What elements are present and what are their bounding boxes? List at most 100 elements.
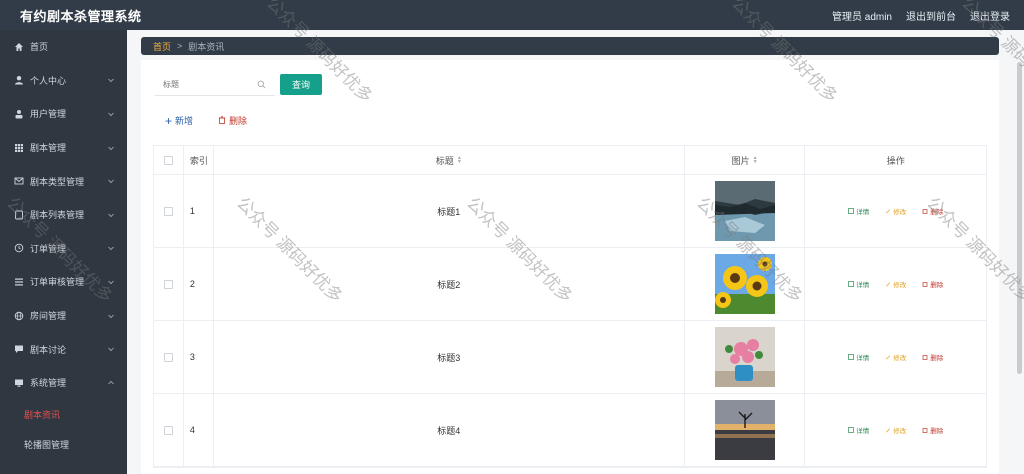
sidebar-item-label: 首页 — [30, 42, 49, 53]
header-image[interactable]: 图片 ▲ ▼ — [685, 146, 806, 174]
logout-link[interactable]: 退出登录 — [970, 8, 1010, 23]
row-title: 标题2 — [214, 248, 685, 320]
breadcrumb-separator: > — [177, 41, 183, 51]
search-icon[interactable] — [257, 80, 266, 89]
sunflower-photo[interactable] — [714, 254, 775, 314]
add-button-label: 新增 — [175, 116, 194, 126]
top-bar: 有约剧本杀管理系统 管理员 admin 退出到前台 退出登录 — [0, 0, 1024, 30]
detail-button[interactable]: 详情 — [848, 206, 869, 216]
detail-label: 详情 — [856, 282, 870, 289]
sidebar-item-profile[interactable]: 个人中心 — [0, 64, 127, 98]
sidebar-item-label: 剧本管理 — [30, 143, 67, 154]
sidebar-item-label: 个人中心 — [30, 75, 67, 86]
row-select-cell — [154, 248, 184, 320]
delete-label: 删除 — [930, 209, 944, 216]
row-title: 标题4 — [214, 394, 685, 466]
row-delete-button[interactable]: 删除 — [922, 206, 943, 216]
sidebar: 首页 个人中心 用户管理 剧本管理 剧本类型管理 剧本列表管理 订单管理 订单审… — [0, 30, 127, 474]
sidebar-item-label: 房间管理 — [30, 311, 67, 322]
row-image-cell — [685, 321, 806, 393]
sidebar-item-scripts[interactable]: 剧本管理 — [0, 131, 127, 165]
sidebar-item-orders[interactable]: 订单管理 — [0, 232, 127, 266]
row-image-cell — [685, 394, 806, 466]
sidebar-item-script-list[interactable]: 剧本列表管理 — [0, 198, 127, 232]
row-delete-button[interactable]: 删除 — [922, 352, 943, 362]
edit-button[interactable]: 修改 — [885, 352, 906, 362]
search-field — [155, 74, 275, 96]
detail-button[interactable]: 详情 — [848, 352, 869, 362]
sort-icon[interactable]: ▲ ▼ — [753, 156, 758, 165]
row-index: 1 — [184, 175, 214, 247]
edit-label: 修改 — [893, 209, 907, 216]
row-ops: 详情 修改 删除 — [805, 175, 986, 247]
chevron-down-icon — [107, 312, 115, 320]
breadcrumb-home[interactable]: 首页 — [153, 40, 171, 53]
sidebar-item-order-review[interactable]: 订单审核管理 — [0, 265, 127, 299]
row-checkbox[interactable] — [163, 352, 173, 362]
row-checkbox[interactable] — [163, 206, 173, 216]
delete-label: 删除 — [930, 282, 944, 289]
row-image-cell — [685, 175, 806, 247]
sidebar-item-rooms[interactable]: 房间管理 — [0, 299, 127, 333]
detail-button[interactable]: 详情 — [848, 425, 869, 435]
admin-user-label[interactable]: 管理员 admin — [832, 8, 892, 23]
sidebar-item-label: 订单审核管理 — [30, 277, 85, 288]
home-icon — [14, 42, 24, 52]
row-ops: 详情 修改 删除 — [805, 394, 986, 466]
chevron-down-icon — [107, 211, 115, 219]
query-button[interactable]: 查询 — [280, 74, 322, 95]
chevron-down-icon — [107, 144, 115, 152]
row-checkbox[interactable] — [163, 279, 173, 289]
search-input[interactable] — [155, 80, 255, 89]
header-title-label: 标题 — [435, 155, 454, 166]
back-to-front-link[interactable]: 退出到前台 — [906, 8, 956, 23]
sidebar-item-users[interactable]: 用户管理 — [0, 97, 127, 131]
sidebar-subitem-carousel[interactable]: 轮播图管理 — [0, 430, 127, 460]
row-ops: 详情 修改 删除 — [805, 248, 986, 320]
edit-button[interactable]: 修改 — [885, 279, 906, 289]
sidebar-item-label: 剧本类型管理 — [30, 176, 85, 187]
row-checkbox[interactable] — [163, 425, 173, 435]
batch-delete-button[interactable]: 删除 — [218, 114, 247, 127]
sidebar-item-home[interactable]: 首页 — [0, 30, 127, 64]
row-index: 2 — [184, 248, 214, 320]
header-index: 索引 — [184, 146, 214, 174]
chevron-down-icon — [107, 110, 115, 118]
table-row: 1 标题1 详情 修改 删除 — [154, 175, 986, 248]
chevron-down-icon — [107, 345, 115, 353]
chevron-down-icon — [107, 244, 115, 252]
list-icon — [14, 210, 24, 220]
add-button[interactable]: + 新增 — [165, 114, 193, 127]
sidebar-subitem-script-news[interactable]: 剧本资讯 — [0, 400, 127, 430]
delete-button-label: 删除 — [229, 116, 248, 126]
row-index: 4 — [184, 394, 214, 466]
data-table: 索引 标题 ▲ ▼ 图片 ▲ ▼ 操作 1 标题1 详情 修改 删除 2 标题2… — [153, 145, 987, 468]
row-delete-button[interactable]: 删除 — [922, 279, 943, 289]
header-ops: 操作 — [886, 155, 905, 166]
flowers-photo[interactable] — [714, 327, 775, 387]
detail-label: 详情 — [856, 209, 870, 216]
edit-button[interactable]: 修改 — [885, 425, 906, 435]
row-image-cell — [685, 248, 806, 320]
table-row: 2 标题2 详情 修改 删除 — [154, 248, 986, 321]
row-index: 3 — [184, 321, 214, 393]
row-select-cell — [154, 321, 184, 393]
select-all-checkbox[interactable] — [163, 155, 173, 165]
header-title[interactable]: 标题 ▲ ▼ — [214, 146, 685, 174]
table-row: 3 标题3 详情 修改 删除 — [154, 321, 986, 394]
river-photo[interactable] — [714, 181, 775, 241]
sort-icon[interactable]: ▲ ▼ — [457, 156, 462, 165]
sidebar-item-discussion[interactable]: 剧本讨论 — [0, 332, 127, 366]
sidebar-item-system[interactable]: 系统管理 — [0, 366, 127, 400]
sidebar-item-label: 订单管理 — [30, 243, 67, 254]
edit-button[interactable]: 修改 — [885, 206, 906, 216]
row-delete-button[interactable]: 删除 — [922, 425, 943, 435]
breadcrumb-current: 剧本资讯 — [188, 41, 225, 52]
row-select-cell — [154, 175, 184, 247]
scrollbar[interactable] — [1017, 62, 1022, 374]
sunset-tree-photo[interactable] — [714, 400, 775, 460]
row-title: 标题1 — [214, 175, 685, 247]
sidebar-item-script-types[interactable]: 剧本类型管理 — [0, 164, 127, 198]
app-title: 有约剧本杀管理系统 — [20, 8, 142, 24]
detail-button[interactable]: 详情 — [848, 279, 869, 289]
